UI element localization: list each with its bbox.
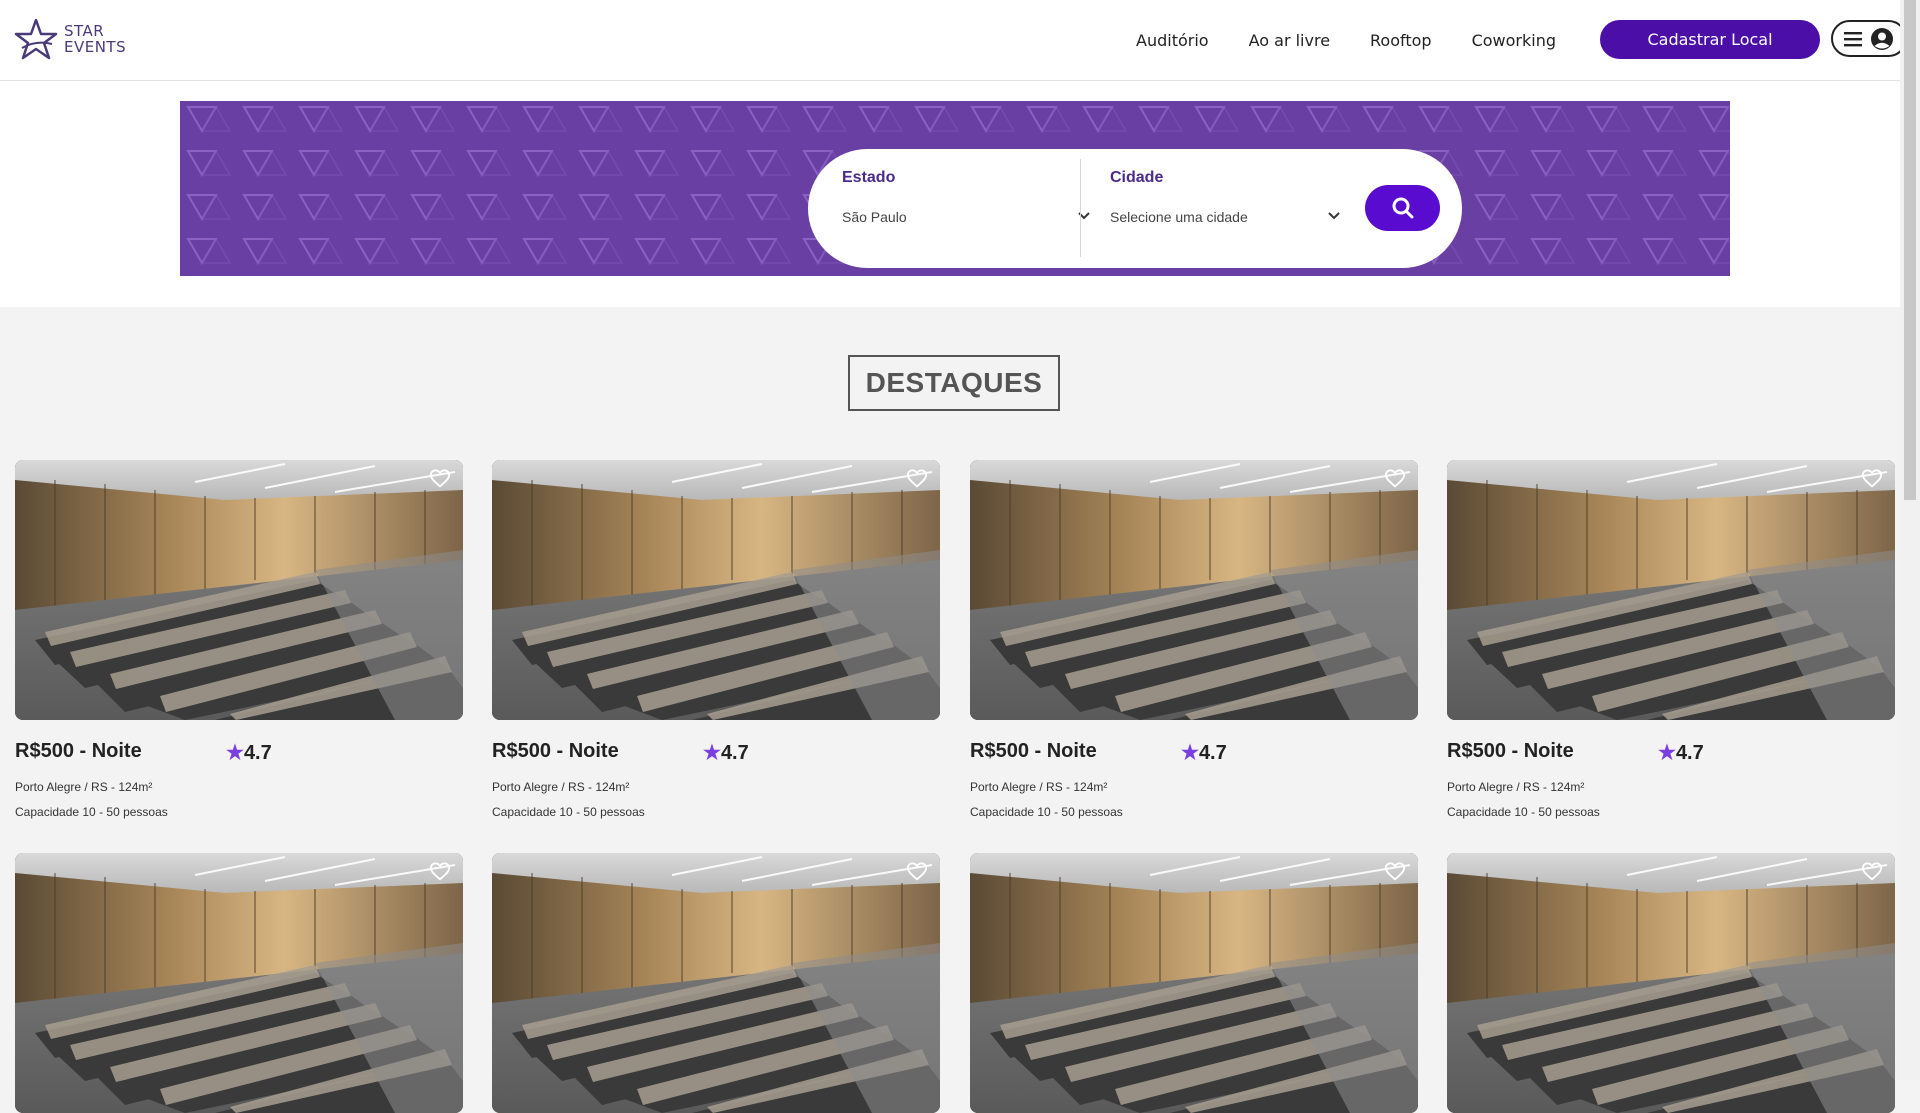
venue-rating: ★4.7: [226, 740, 272, 765]
favorite-heart-icon[interactable]: [906, 861, 928, 883]
venue-card[interactable]: R$500 - Noite ★4.7 Porto Alegre / RS - 1…: [15, 460, 463, 819]
user-menu-button[interactable]: [1831, 20, 1907, 57]
estado-select[interactable]: São Paulo: [842, 209, 907, 225]
star-icon: ★: [1658, 742, 1676, 764]
venue-photo[interactable]: [1447, 460, 1895, 720]
search-button[interactable]: [1365, 185, 1440, 231]
cidade-select[interactable]: Selecione uma cidade: [1110, 209, 1248, 225]
venue-card[interactable]: R$500 - Noite ★4.7 Porto Alegre / RS - 1…: [1447, 460, 1895, 819]
estado-label: Estado: [842, 169, 896, 186]
venue-card[interactable]: ★: [492, 853, 940, 1113]
search-icon: [1392, 197, 1413, 219]
venue-location: Porto Alegre / RS - 124m²: [492, 780, 630, 794]
favorite-heart-icon[interactable]: [1861, 468, 1883, 490]
venue-rating: ★4.7: [1181, 740, 1227, 765]
rating-value: 4.7: [1198, 742, 1227, 764]
rating-value: 4.7: [1675, 742, 1704, 764]
venue-photo[interactable]: [970, 853, 1418, 1113]
venue-location: Porto Alegre / RS - 124m²: [970, 780, 1108, 794]
venue-photo[interactable]: [492, 460, 940, 720]
avatar-icon: [1871, 27, 1893, 50]
venue-capacity: Capacidade 10 - 50 pessoas: [15, 805, 168, 819]
star-icon: ★: [1181, 742, 1199, 764]
venue-photo[interactable]: [15, 460, 463, 720]
cadastrar-local-button[interactable]: Cadastrar Local: [1600, 20, 1820, 59]
venue-photo[interactable]: [15, 853, 463, 1113]
venue-price: R$500 - Noite: [15, 740, 142, 762]
rating-value: 4.7: [720, 742, 749, 764]
nav-item-coworking[interactable]: Coworking: [1472, 31, 1556, 50]
section-title: DESTAQUES: [848, 355, 1060, 411]
star-icon: ★: [703, 742, 721, 764]
venue-rating: ★4.7: [703, 740, 749, 765]
top-header: STAR EVENTS Auditório Ao ar livre Roofto…: [0, 0, 1907, 81]
brand-logo[interactable]: STAR EVENTS: [14, 18, 126, 60]
venue-photo[interactable]: [492, 853, 940, 1113]
nav-item-rooftop[interactable]: Rooftop: [1370, 31, 1432, 50]
hero-banner: Estado São Paulo Cidade Selecione uma ci…: [180, 101, 1730, 276]
nav-item-ao-ar-livre[interactable]: Ao ar livre: [1249, 31, 1330, 50]
main-nav: Auditório Ao ar livre Rooftop Coworking: [1136, 0, 1556, 80]
favorite-heart-icon[interactable]: [429, 468, 451, 490]
chevron-down-icon: [1328, 212, 1340, 220]
favorite-heart-icon[interactable]: [429, 861, 451, 883]
venue-card[interactable]: ★: [1447, 853, 1895, 1113]
venue-location: Porto Alegre / RS - 124m²: [1447, 780, 1585, 794]
venue-card[interactable]: ★: [970, 853, 1418, 1113]
venue-photo[interactable]: [970, 460, 1418, 720]
venue-card[interactable]: R$500 - Noite ★4.7 Porto Alegre / RS - 1…: [970, 460, 1418, 819]
page-scrollbar[interactable]: [1900, 0, 1920, 1080]
star-icon: ★: [226, 742, 244, 764]
venue-capacity: Capacidade 10 - 50 pessoas: [970, 805, 1123, 819]
favorite-heart-icon[interactable]: [1384, 468, 1406, 490]
estado-field[interactable]: Estado São Paulo: [842, 149, 1090, 268]
hamburger-icon: [1844, 31, 1862, 46]
star-logo-icon: [14, 18, 58, 60]
venue-photo[interactable]: [1447, 853, 1895, 1113]
venue-rating: ★4.7: [1658, 740, 1704, 765]
venue-price: R$500 - Noite: [970, 740, 1097, 762]
nav-item-auditorio[interactable]: Auditório: [1136, 31, 1209, 50]
brand-line-1: STAR: [64, 22, 105, 40]
cidade-field[interactable]: Cidade Selecione uma cidade: [1110, 149, 1350, 268]
favorite-heart-icon[interactable]: [906, 468, 928, 490]
rating-value: 4.7: [243, 742, 272, 764]
venue-price: R$500 - Noite: [1447, 740, 1574, 762]
search-form: Estado São Paulo Cidade Selecione uma ci…: [808, 149, 1462, 268]
field-divider: [1080, 159, 1081, 257]
venue-capacity: Capacidade 10 - 50 pessoas: [492, 805, 645, 819]
favorite-heart-icon[interactable]: [1861, 861, 1883, 883]
venue-price: R$500 - Noite: [492, 740, 619, 762]
brand-line-2: EVENTS: [64, 38, 127, 56]
venue-card[interactable]: ★: [15, 853, 463, 1113]
favorite-heart-icon[interactable]: [1384, 861, 1406, 883]
search-section: Estado São Paulo Cidade Selecione uma ci…: [0, 81, 1900, 307]
venue-card[interactable]: R$500 - Noite ★4.7 Porto Alegre / RS - 1…: [492, 460, 940, 819]
scrollbar-thumb[interactable]: [1904, 0, 1916, 500]
cidade-label: Cidade: [1110, 169, 1164, 186]
venue-capacity: Capacidade 10 - 50 pessoas: [1447, 805, 1600, 819]
venue-location: Porto Alegre / RS - 124m²: [15, 780, 153, 794]
brand-name: STAR EVENTS: [64, 23, 126, 55]
